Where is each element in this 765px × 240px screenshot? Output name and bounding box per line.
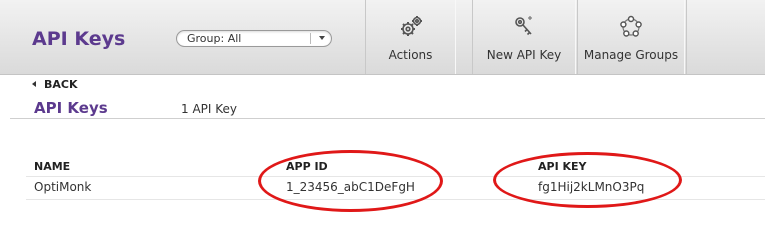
back-link[interactable]: BACK bbox=[32, 78, 78, 91]
group-select[interactable]: Group: All bbox=[176, 30, 332, 47]
actions-button[interactable]: Actions bbox=[365, 0, 456, 74]
api-key-highlight-circle bbox=[493, 152, 682, 208]
back-arrow-icon bbox=[32, 81, 36, 87]
gears-icon bbox=[400, 16, 422, 36]
new-api-key-label: New API Key bbox=[486, 48, 562, 62]
chevron-down-icon bbox=[319, 36, 325, 40]
row-name-cell[interactable]: OptiMonk bbox=[34, 180, 91, 194]
new-api-key-button[interactable]: New API Key bbox=[472, 0, 576, 74]
section-title: API Keys bbox=[34, 99, 108, 117]
group-select-value: Group: All bbox=[187, 32, 242, 45]
select-divider bbox=[310, 33, 311, 44]
manage-groups-button[interactable]: Manage Groups bbox=[577, 0, 685, 74]
api-key-count: 1 API Key bbox=[181, 102, 238, 116]
toolbar-divider bbox=[686, 0, 687, 74]
app-title: API Keys bbox=[32, 28, 126, 50]
actions-label: Actions bbox=[388, 48, 433, 62]
column-header-name: NAME bbox=[34, 160, 71, 173]
back-label: BACK bbox=[44, 78, 78, 91]
top-toolbar: API Keys Group: All Actions New API Key … bbox=[0, 0, 765, 75]
section-divider bbox=[10, 118, 765, 119]
group-circle-icon bbox=[620, 15, 642, 37]
manage-groups-label: Manage Groups bbox=[583, 48, 679, 62]
app-id-highlight-circle bbox=[258, 150, 443, 212]
key-icon bbox=[515, 16, 532, 36]
